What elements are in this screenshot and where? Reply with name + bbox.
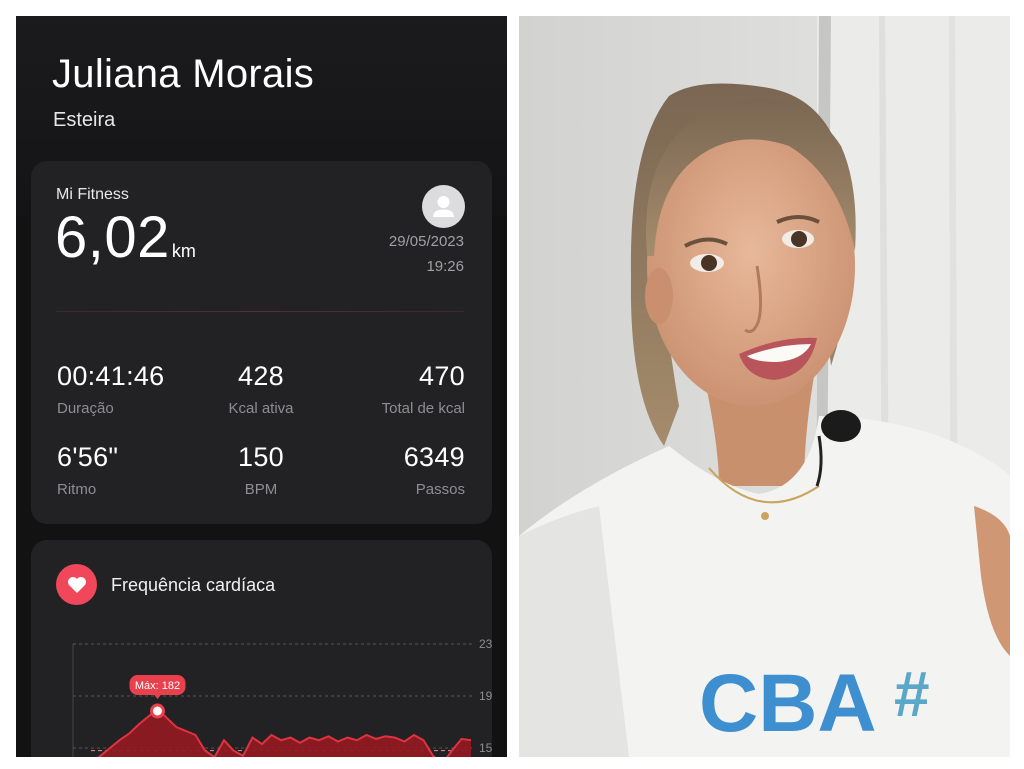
stat-value: 6349 [403, 442, 465, 472]
shirt-print-text: CBA [699, 658, 877, 749]
stat-label: Duração [57, 400, 114, 417]
chart-y-tick-label: 232 [479, 637, 492, 651]
shirt-hashtag: # [894, 658, 930, 730]
stat-value: 6'56" [57, 442, 119, 472]
workout-time: 19:26 [426, 258, 464, 275]
stat-label: Total de kcal [381, 400, 465, 417]
stat-value: 428 [238, 361, 284, 391]
distance-unit: km [171, 241, 196, 261]
stat-steps: 6349 Passos [404, 442, 465, 498]
fitness-app-screenshot: Juliana Morais Esteira Mi Fitness 6,02 k… [16, 16, 507, 757]
distance-display: 6,02 km [55, 204, 196, 271]
chart-max-label: Máx: 182 [135, 680, 180, 692]
workout-date: 29/05/2023 [388, 233, 464, 250]
user-avatar-icon[interactable] [422, 185, 465, 228]
chart-max-point [150, 703, 165, 719]
user-name: Juliana Morais [52, 52, 315, 96]
stat-bpm: 150 BPM [211, 442, 311, 498]
activity-type: Esteira [53, 109, 116, 131]
stat-value: 150 [238, 442, 284, 472]
stat-pace: 6'56" Ritmo [57, 442, 118, 498]
chart-y-tick-label: 192 [479, 689, 492, 703]
chart-max-tooltip-pointer [153, 694, 162, 699]
heart-rate-card[interactable]: Frequência cardíaca 232192152Média: 150 … [31, 540, 492, 757]
stat-label: Kcal ativa [228, 400, 294, 417]
stat-value: 00:41:46 [57, 361, 165, 391]
stat-label: Passos [415, 481, 465, 498]
chart-y-tick-label: 152 [479, 741, 492, 755]
stat-total-kcal: 470 Total de kcal [382, 361, 465, 417]
stat-value: 470 [419, 361, 465, 391]
selfie-photo: CBA # [519, 16, 1010, 757]
stat-label: BPM [244, 481, 278, 498]
workout-summary-card[interactable]: Mi Fitness 6,02 km 29/05/2023 19:26 00:4… [31, 161, 492, 524]
stat-label: Ritmo [57, 481, 97, 498]
stat-active-kcal: 428 Kcal ativa [211, 361, 311, 417]
stat-duration: 00:41:46 Duração [57, 361, 165, 417]
distance-value: 6,02 [55, 205, 170, 270]
divider [56, 311, 464, 312]
selfie-illustration: CBA # [519, 16, 1010, 757]
heart-rate-chart: 232192152Média: 150 Máx: 182 [72, 637, 492, 757]
source-label: Mi Fitness [56, 186, 129, 203]
